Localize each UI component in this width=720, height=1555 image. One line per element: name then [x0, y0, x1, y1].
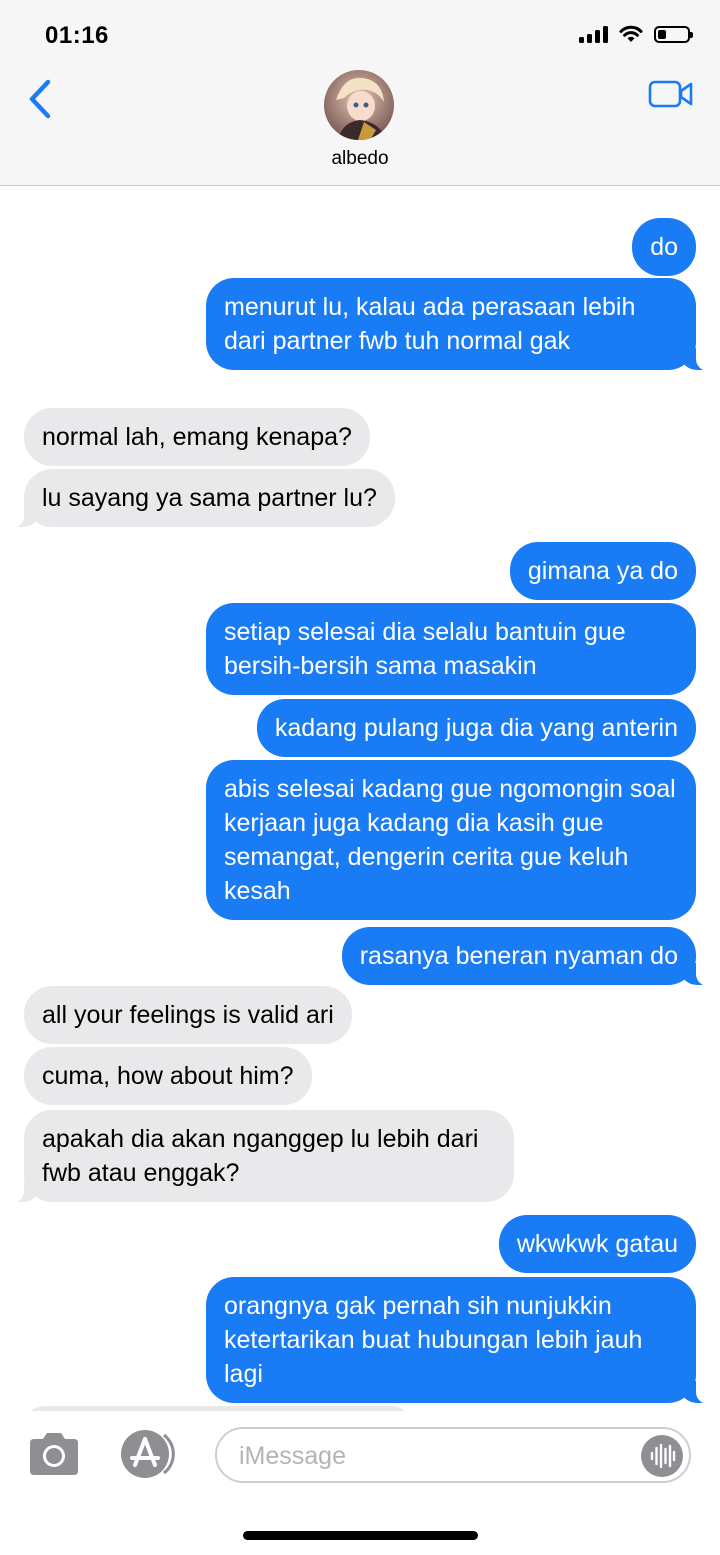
audio-message-button[interactable] — [641, 1435, 683, 1477]
video-camera-icon[interactable] — [648, 78, 694, 110]
contact-avatar[interactable] — [324, 70, 394, 140]
cellular-signal-icon — [579, 25, 608, 43]
battery-icon — [654, 25, 693, 43]
message-bubble-outgoing[interactable]: wkwkwk gatau — [498, 1215, 696, 1273]
message-bubble-outgoing[interactable]: do — [632, 218, 696, 276]
message-bubble-incoming[interactable]: cuma, how about him? — [24, 1047, 312, 1105]
message-bubble-incoming[interactable]: lu sayang ya sama partner lu? — [0, 469, 395, 528]
message-bubble-outgoing[interactable]: setiap selesai dia selalu bantuin gue be… — [206, 603, 696, 695]
home-indicator[interactable] — [243, 1531, 478, 1540]
message-bubble-outgoing[interactable]: gimana ya do — [509, 542, 696, 600]
camera-icon[interactable] — [26, 1431, 82, 1477]
wifi-icon — [619, 25, 643, 42]
back-chevron-icon[interactable] — [22, 74, 62, 124]
message-bubble-incoming[interactable]: normal lah, emang kenapa? — [24, 408, 370, 466]
audio-waveform-icon — [650, 1443, 676, 1469]
message-bubble-outgoing[interactable]: abis selesai kadang gue ngomongin soal k… — [206, 760, 696, 920]
conversation-header: albedo — [0, 70, 720, 186]
message-bubble-incoming[interactable]: all your feelings is valid ari — [24, 986, 352, 1044]
status-bar: 01:16 — [0, 0, 720, 70]
imessage-field[interactable] — [215, 1427, 691, 1483]
message-input[interactable] — [237, 1437, 641, 1475]
message-bubble-incoming[interactable]: apakah dia akan nganggep lu lebih dari f… — [0, 1110, 514, 1203]
message-bubble-outgoing[interactable]: orangnya gak pernah sih nunjukkin ketert… — [206, 1277, 720, 1404]
message-thread[interactable]: do menurut lu, kalau ada perasaan lebih … — [0, 186, 720, 1411]
status-icons — [579, 24, 693, 44]
message-bubble-outgoing[interactable]: rasanya beneran nyaman do — [341, 927, 720, 986]
message-bubble-outgoing[interactable]: kadang pulang juga dia yang anterin — [256, 699, 696, 757]
battery-level — [658, 29, 666, 39]
message-bubble-outgoing[interactable]: menurut lu, kalau ada perasaan lebih dar… — [206, 278, 720, 371]
status-time: 01:16 — [45, 22, 109, 49]
app-store-icon[interactable] — [118, 1429, 180, 1479]
contact-name[interactable]: albedo — [0, 148, 720, 170]
